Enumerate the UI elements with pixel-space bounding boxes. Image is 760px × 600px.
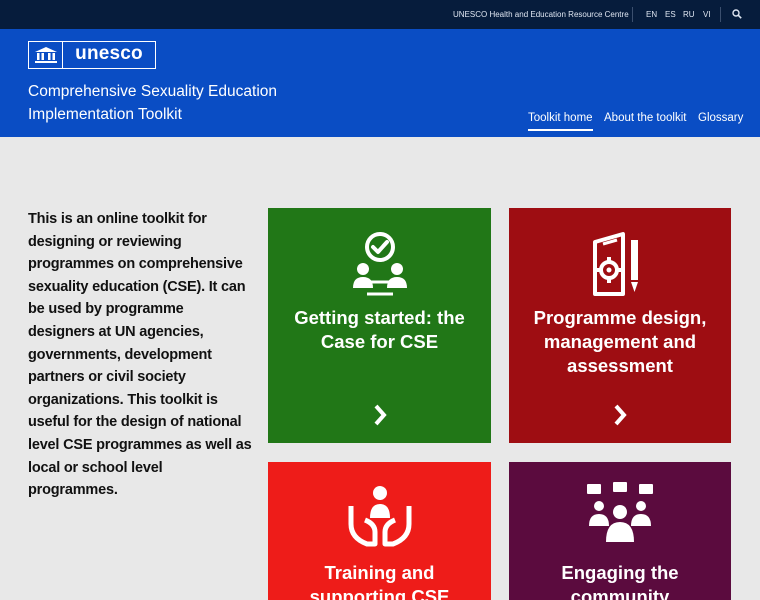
nav-about-toolkit[interactable]: About the toolkit [604,112,686,124]
site-title[interactable]: Comprehensive Sexuality Education Implem… [28,80,328,126]
site-header: unesco Comprehensive Sexuality Education… [0,29,760,137]
card-engaging-community[interactable]: Engaging the community [509,462,731,600]
chevron-right-icon [374,404,387,426]
search-icon[interactable] [732,9,742,19]
topbar-divider [632,7,633,22]
topbar-divider [720,7,721,22]
logo-text: unesco [75,43,143,64]
people-check-icon [352,232,407,296]
lang-ru-link[interactable]: RU [683,10,695,19]
document-gear-icon [593,232,638,296]
hands-person-icon [348,486,411,547]
lang-en-link[interactable]: EN [646,10,657,19]
card-getting-started[interactable]: Getting started: the Case for CSE [268,208,491,443]
group-chat-icon [587,482,653,542]
lang-vi-link[interactable]: VI [703,10,711,19]
top-bar: UNESCO Health and Education Resource Cen… [0,0,760,29]
resource-centre-link[interactable]: UNESCO Health and Education Resource Cen… [453,10,629,19]
card-training-supporting[interactable]: Training and supporting CSE [268,462,491,600]
nav-toolkit-home[interactable]: Toolkit home [528,112,593,131]
lang-es-link[interactable]: ES [665,10,676,19]
intro-text: This is an online toolkit for designing … [28,211,252,499]
card-title: Training and supporting CSE [309,562,450,600]
card-programme-design[interactable]: Programme design, management and assessm… [509,208,731,443]
nav-glossary[interactable]: Glossary [698,112,743,124]
chevron-right-icon [614,404,627,426]
unesco-logo[interactable]: unesco [28,41,156,69]
card-title: Programme design, management and assessm… [533,307,707,376]
card-title: Engaging the community [561,562,679,600]
card-title: Getting started: the Case for CSE [294,307,465,352]
temple-icon [29,42,63,68]
